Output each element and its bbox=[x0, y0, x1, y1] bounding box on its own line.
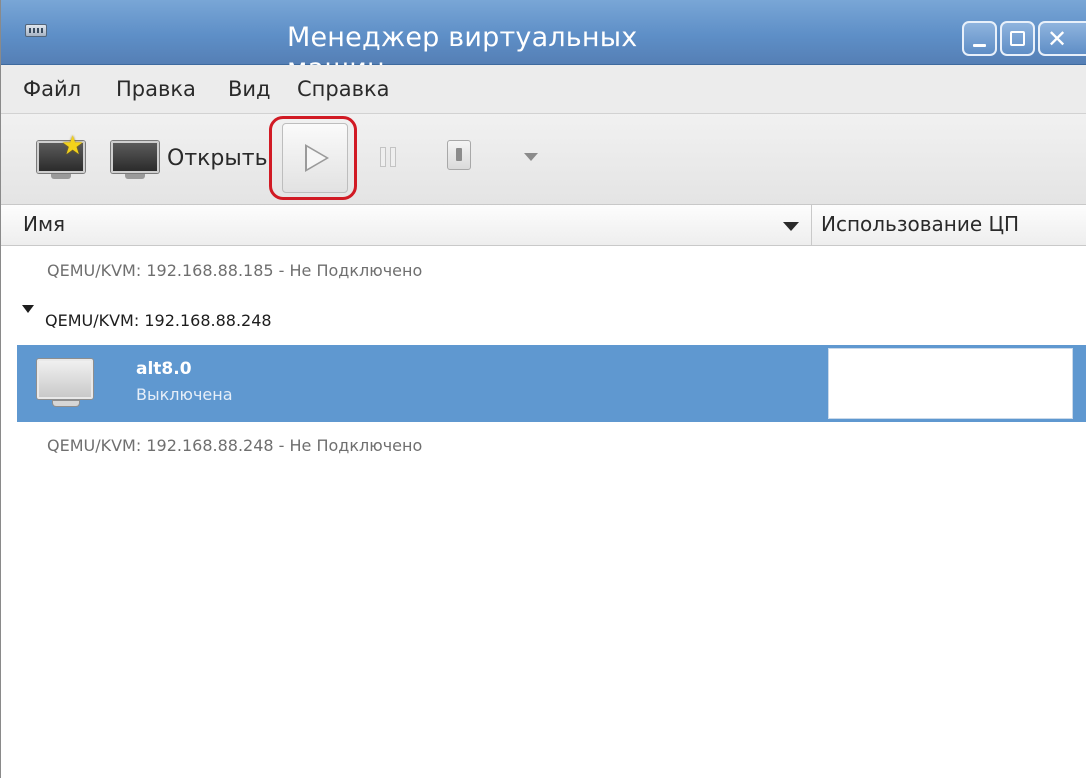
connection-label: QEMU/KVM: 192.168.88.248 bbox=[45, 311, 272, 330]
virt-manager-window: Менеджер виртуальных машин Файл Правка В… bbox=[0, 0, 1086, 778]
open-console-button[interactable] bbox=[111, 141, 161, 181]
column-header: Имя Использование ЦП bbox=[1, 205, 1086, 246]
column-name[interactable]: Имя bbox=[23, 212, 65, 236]
menu-file[interactable]: Файл bbox=[23, 77, 81, 101]
minimize-icon[interactable] bbox=[962, 21, 997, 56]
cpu-usage-graph bbox=[828, 348, 1073, 419]
column-cpu-usage[interactable]: Использование ЦП bbox=[821, 212, 1019, 236]
pause-icon[interactable] bbox=[378, 147, 400, 167]
run-button[interactable] bbox=[282, 123, 348, 193]
menu-edit[interactable]: Правка bbox=[116, 77, 196, 101]
open-console-icon bbox=[111, 141, 159, 173]
app-icon bbox=[25, 24, 47, 37]
close-icon[interactable] bbox=[1038, 21, 1086, 56]
open-button-label[interactable]: Открыть bbox=[167, 146, 268, 171]
menu-bar: Файл Правка Вид Справка bbox=[1, 65, 1086, 114]
connection-label: QEMU/KVM: 192.168.88.248 - Не Подключено bbox=[47, 436, 423, 455]
chevron-down-icon[interactable] bbox=[524, 153, 538, 161]
menu-help[interactable]: Справка bbox=[297, 77, 390, 101]
shutdown-icon[interactable] bbox=[447, 140, 471, 170]
maximize-icon[interactable] bbox=[1000, 21, 1035, 56]
connection-label: QEMU/KVM: 192.168.88.185 - Не Подключено bbox=[47, 261, 423, 280]
new-vm-button[interactable]: ★ bbox=[37, 133, 87, 181]
toolbar bbox=[1, 114, 1086, 205]
expander-icon[interactable] bbox=[22, 305, 34, 313]
vm-monitor-icon bbox=[37, 359, 93, 399]
star-icon: ★ bbox=[61, 131, 85, 161]
play-icon bbox=[305, 144, 329, 172]
sort-down-icon[interactable] bbox=[783, 222, 799, 231]
vm-row-alt8[interactable]: alt8.0 Выключена bbox=[17, 345, 1086, 422]
title-bar[interactable]: Менеджер виртуальных машин bbox=[1, 0, 1086, 84]
vm-list: QEMU/KVM: 192.168.88.185 - Не Подключено… bbox=[1, 246, 1086, 778]
menu-view[interactable]: Вид bbox=[228, 77, 271, 101]
vm-status: Выключена bbox=[136, 385, 233, 404]
vm-name: alt8.0 bbox=[136, 359, 192, 379]
